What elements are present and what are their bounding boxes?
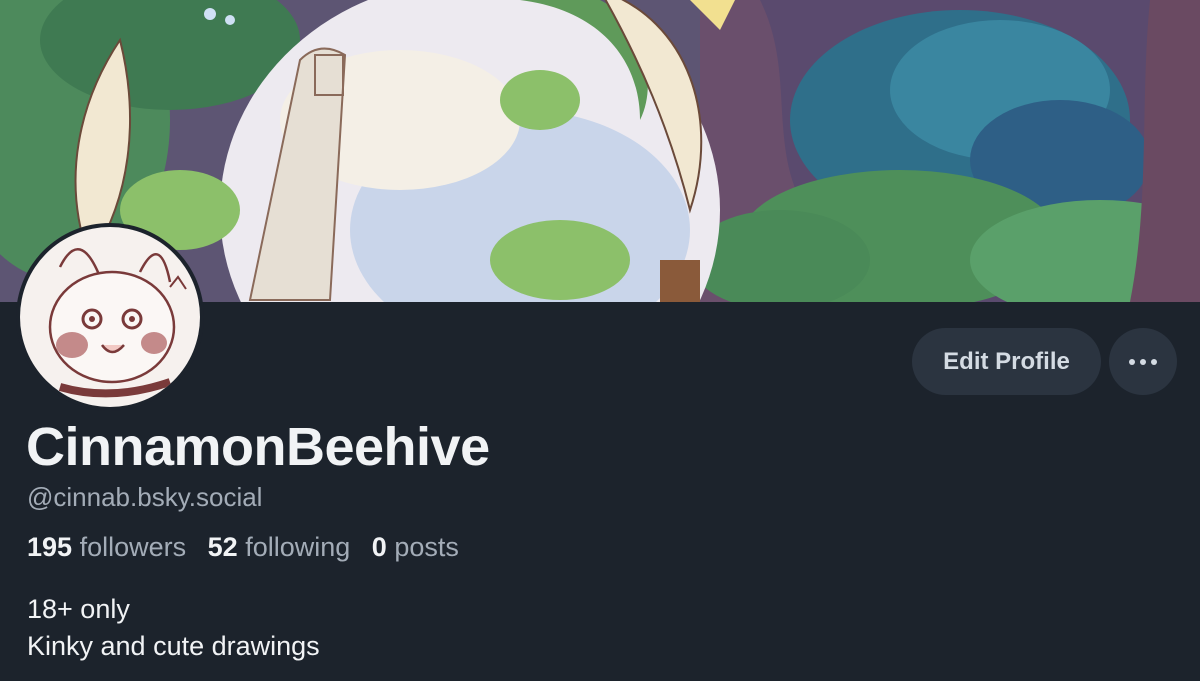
- bio-line: Kinky and cute drawings: [27, 631, 320, 661]
- edit-profile-button[interactable]: Edit Profile: [912, 328, 1101, 395]
- profile-stats: 195 followers 52 following 0 posts: [27, 532, 473, 563]
- posts-count: 0: [371, 532, 387, 562]
- ellipsis-icon: [1129, 358, 1157, 365]
- avatar-illustration: [20, 227, 200, 407]
- profile-bio: 18+ only Kinky and cute drawings: [27, 591, 320, 665]
- following-count: 52: [207, 532, 238, 562]
- followers-count: 195: [27, 532, 73, 562]
- avatar[interactable]: [16, 223, 204, 411]
- profile-handle: @cinnab.bsky.social: [27, 482, 263, 512]
- display-name: CinnamonBeehive: [26, 417, 490, 477]
- posts-label: posts: [394, 532, 459, 562]
- bio-line: 18+ only: [27, 594, 130, 624]
- posts-stat: 0 posts: [372, 532, 459, 562]
- following-label: following: [245, 532, 351, 562]
- more-options-button[interactable]: [1109, 328, 1177, 395]
- followers-link[interactable]: 195 followers: [27, 532, 186, 562]
- followers-label: followers: [79, 532, 187, 562]
- following-link[interactable]: 52 following: [208, 532, 351, 562]
